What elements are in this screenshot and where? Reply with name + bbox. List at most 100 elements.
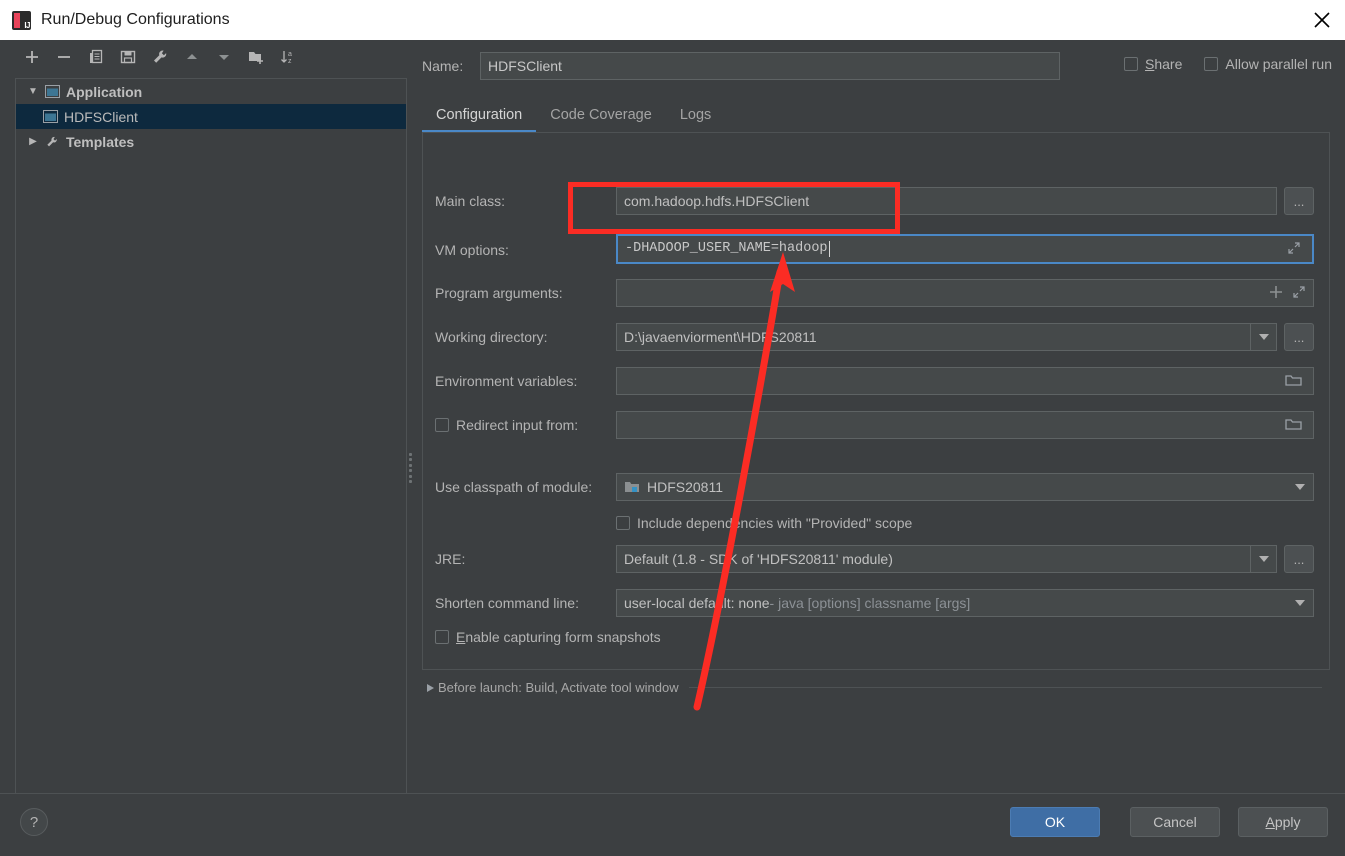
working-directory-browse-button[interactable]: ... [1284, 323, 1314, 351]
triangle-right-icon[interactable] [422, 683, 438, 693]
ellipsis-icon: ... [1293, 193, 1305, 209]
sort-az-icon[interactable]: a z [272, 43, 304, 71]
plus-icon[interactable] [1268, 284, 1284, 300]
main-class-value: com.hadoop.hdfs.HDFSClient [624, 193, 810, 209]
share-label-mnemonic: S [1145, 56, 1155, 72]
allow-parallel-run-checkbox[interactable]: Allow parallel run [1204, 56, 1332, 72]
main-class-row: Main class: com.hadoop.hdfs.HDFSClient .… [423, 187, 1329, 215]
use-classpath-value: HDFS20811 [647, 479, 724, 495]
wrench-icon[interactable] [144, 43, 176, 71]
vm-options-input[interactable]: -DHADOOP_USER_NAME=hadoop [616, 234, 1314, 264]
wrench-icon [42, 135, 62, 149]
checkbox-box[interactable] [616, 516, 630, 530]
shorten-command-line-dropdown-button[interactable] [1287, 590, 1313, 616]
tab-code-coverage[interactable]: Code Coverage [536, 98, 666, 132]
remove-button[interactable] [48, 43, 80, 71]
tree-item-label: HDFSClient [64, 108, 138, 125]
name-input[interactable] [480, 52, 1060, 80]
include-provided-checkbox[interactable]: Include dependencies with "Provided" sco… [616, 515, 912, 531]
apply-button[interactable]: Apply [1238, 807, 1328, 837]
expand-diagonal-icon[interactable] [1292, 285, 1306, 299]
window-title: Run/Debug Configurations [41, 11, 230, 28]
redirect-input-field[interactable] [616, 411, 1314, 439]
checkbox-box[interactable] [1204, 57, 1219, 71]
tree-item-hdfsclient[interactable]: HDFSClient [16, 104, 406, 129]
add-button[interactable] [16, 43, 48, 71]
redirect-input-checkbox[interactable]: Redirect input from: [435, 417, 578, 433]
main-class-label: Main class: [435, 193, 506, 209]
program-arguments-input[interactable] [616, 279, 1314, 307]
redirect-input-row: Redirect input from: [423, 411, 1329, 439]
environment-variables-label: Environment variables: [435, 373, 578, 389]
chevron-down-icon [1258, 556, 1269, 562]
jre-browse-button[interactable]: ... [1284, 545, 1314, 573]
use-classpath-combo[interactable]: HDFS20811 [616, 473, 1314, 501]
checkbox-box[interactable] [435, 630, 449, 644]
shorten-command-line-combo[interactable]: user-local default: none - java [options… [616, 589, 1314, 617]
main-class-input[interactable]: com.hadoop.hdfs.HDFSClient [616, 187, 1277, 215]
before-launch-label: Before launch: Build, Activate tool wind… [438, 680, 679, 695]
jre-row: JRE: Default (1.8 - SDK of 'HDFS20811' m… [423, 545, 1329, 573]
arrow-up-icon[interactable] [176, 43, 208, 71]
section-divider [688, 687, 1322, 688]
window-title-bar: Run/Debug Configurations [0, 0, 1345, 40]
main-class-browse-button[interactable]: ... [1284, 187, 1314, 215]
form-snapshots-checkbox[interactable]: Enable capturing form snapshots [435, 629, 661, 645]
environment-variables-row: Environment variables: [423, 367, 1329, 395]
include-provided-label: Include dependencies with "Provided" sco… [637, 515, 913, 531]
configurations-tree[interactable]: ▼ Application HDFSClient ▶ Templates [15, 78, 407, 818]
tree-item-label: Application [66, 83, 143, 100]
text-caret [828, 241, 830, 257]
application-icon [42, 85, 62, 98]
share-checkbox[interactable]: Share [1124, 56, 1182, 72]
working-directory-value: D:\javaenviorment\HDFS20811 [624, 329, 817, 345]
expand-diagonal-icon[interactable] [1287, 241, 1301, 255]
shorten-command-line-row: Shorten command line: user-local default… [423, 589, 1329, 617]
arrow-down-icon[interactable] [208, 43, 240, 71]
dialog-body: a z ▼ Application HDFSClient ▶ Templates… [0, 40, 1345, 818]
vm-options-label: VM options: [435, 242, 509, 258]
ok-button[interactable]: OK [1010, 807, 1100, 837]
share-label: hare [1154, 56, 1183, 72]
editor-tabs: Configuration Code Coverage Logs [422, 98, 725, 132]
checkbox-box[interactable] [1124, 57, 1139, 71]
cancel-button[interactable]: Cancel [1130, 807, 1220, 837]
expand-triangle-down-icon[interactable]: ▼ [24, 86, 42, 97]
checkbox-box[interactable] [435, 418, 449, 432]
folder-add-icon[interactable] [240, 43, 272, 71]
copy-button[interactable] [80, 43, 112, 71]
tab-configuration[interactable]: Configuration [422, 98, 537, 132]
name-row: Name: [422, 52, 1060, 80]
tab-logs[interactable]: Logs [666, 98, 725, 132]
use-classpath-dropdown-button[interactable] [1287, 474, 1313, 500]
jre-dropdown-button[interactable] [1250, 546, 1276, 572]
tree-item-application[interactable]: ▼ Application [16, 79, 406, 104]
tree-item-templates[interactable]: ▶ Templates [16, 129, 406, 154]
ellipsis-icon: ... [1293, 329, 1305, 345]
shorten-command-line-value: user-local default: none [624, 595, 770, 611]
form-snapshots-row: Enable capturing form snapshots [423, 627, 1329, 647]
working-directory-input[interactable]: D:\javaenviorment\HDFS20811 [616, 323, 1277, 351]
working-directory-row: Working directory: D:\javaenviorment\HDF… [423, 323, 1329, 351]
before-launch-section: Before launch: Build, Activate tool wind… [422, 680, 1322, 695]
vm-options-value: -DHADOOP_USER_NAME=hadoop [625, 241, 828, 256]
help-icon[interactable]: ? [20, 808, 48, 836]
svg-text:a: a [288, 51, 292, 58]
folder-icon[interactable] [1285, 417, 1302, 432]
shorten-command-line-label: Shorten command line: [435, 595, 579, 611]
apply-label-rest: pply [1274, 814, 1301, 830]
close-icon[interactable] [1299, 0, 1345, 40]
program-arguments-row: Program arguments: [423, 279, 1329, 307]
shorten-command-line-value-hint: - java [options] classname [args] [769, 595, 971, 611]
tree-item-label: Templates [66, 133, 135, 150]
configuration-form: Main class: com.hadoop.hdfs.HDFSClient .… [422, 132, 1330, 670]
folder-icon[interactable] [1285, 373, 1302, 388]
environment-variables-input[interactable] [616, 367, 1314, 395]
jre-combo[interactable]: Default (1.8 - SDK of 'HDFS20811' module… [616, 545, 1277, 573]
working-directory-dropdown-button[interactable] [1250, 324, 1276, 350]
jre-value: Default (1.8 - SDK of 'HDFS20811' module… [624, 551, 893, 567]
dialog-footer: ? OK Cancel Apply [0, 793, 1345, 856]
expand-triangle-right-icon[interactable]: ▶ [24, 136, 42, 147]
save-button[interactable] [112, 43, 144, 71]
vm-options-row: VM options: -DHADOOP_USER_NAME=hadoop [423, 234, 1329, 265]
